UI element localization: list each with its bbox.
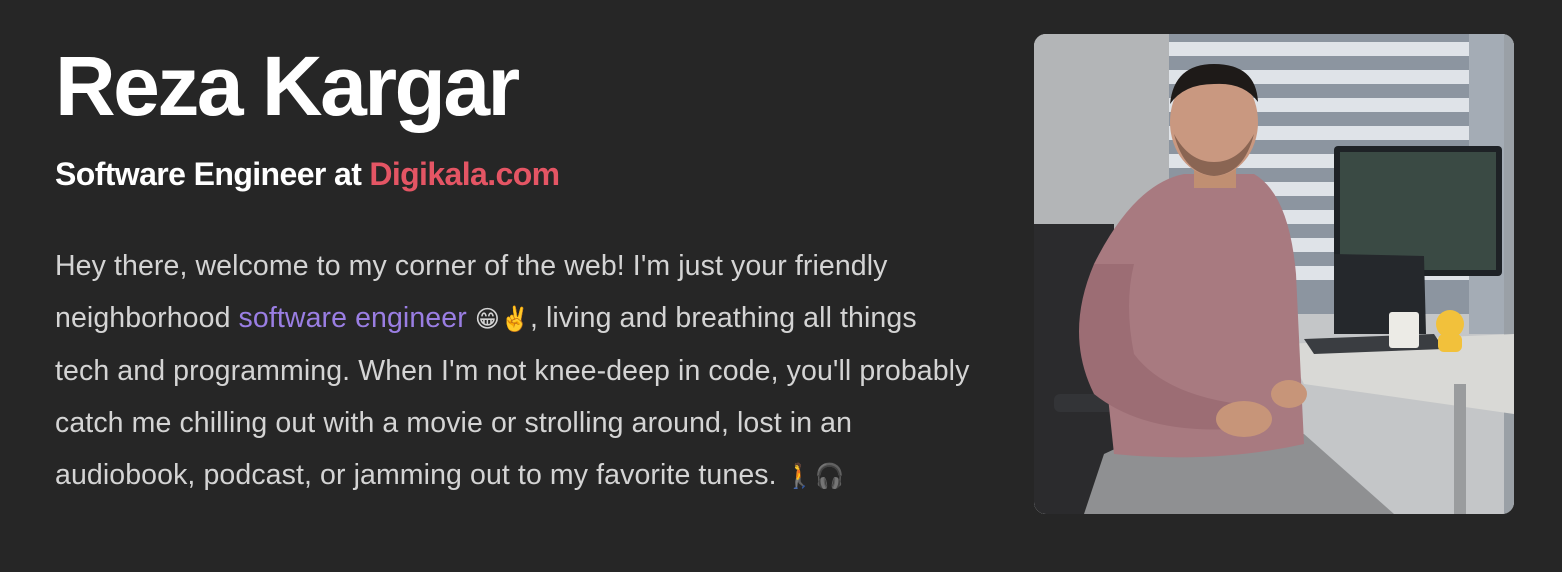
profile-name: Reza Kargar <box>55 39 520 133</box>
software-engineer-link[interactable]: software engineer <box>239 302 467 334</box>
intro-section: Reza Kargar Software Engineer at Digikala… <box>55 36 975 502</box>
profile-role: Software Engineer at Digikala.com <box>55 154 975 194</box>
bio-paragraph: Hey there, welcome to my corner of the w… <box>55 240 975 502</box>
role-prefix: Software Engineer at <box>55 156 362 192</box>
company-link[interactable]: Digikala.com <box>369 156 560 192</box>
portrait-illustration <box>1034 34 1514 514</box>
walking-headphones-emoji: 🚶🎧 <box>784 462 845 490</box>
profile-photo <box>1034 34 1514 514</box>
grin-peace-emoji: 😁✌️ <box>474 305 530 333</box>
